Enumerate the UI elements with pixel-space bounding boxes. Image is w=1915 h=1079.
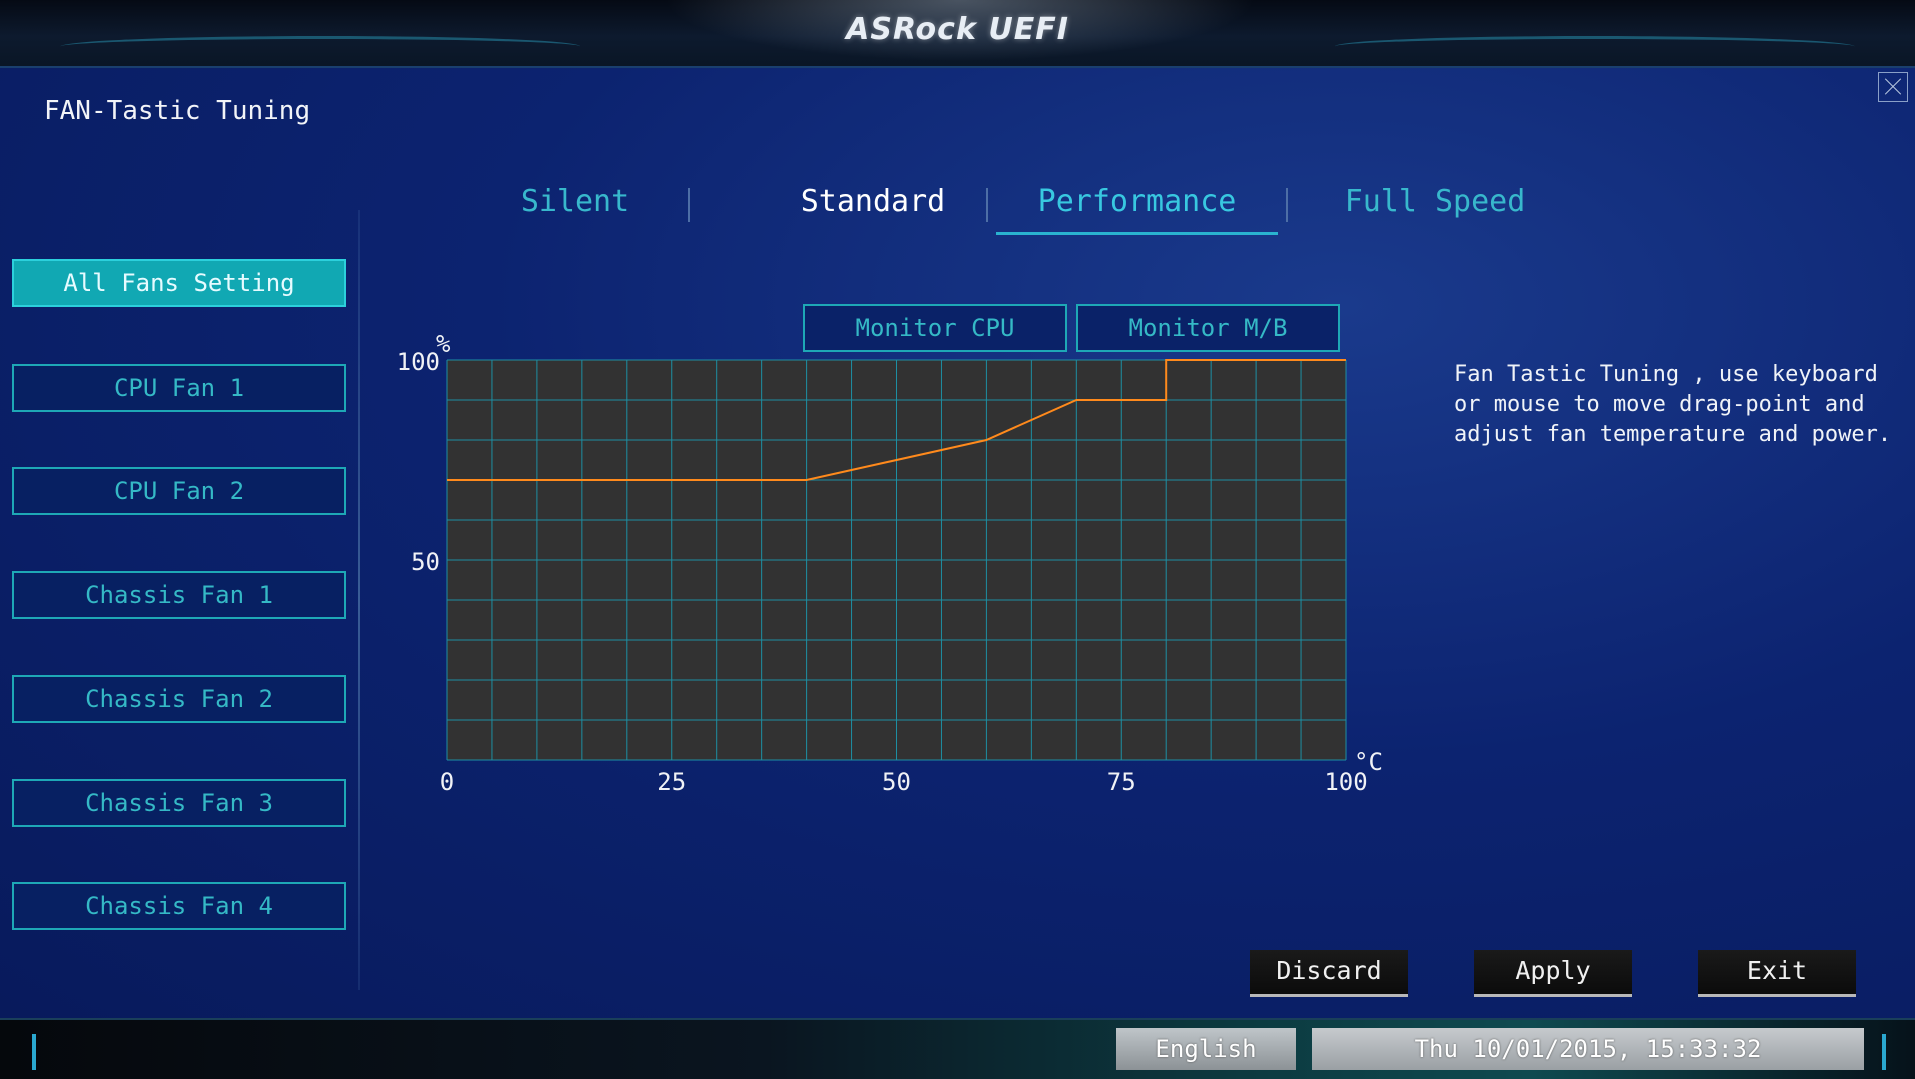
x-tick-label: 50 — [882, 768, 911, 796]
x-tick-label: 25 — [657, 768, 686, 796]
y-tick-label: 50 — [411, 548, 440, 576]
exit-button[interactable]: Exit — [1698, 950, 1856, 997]
x-tick-label: 75 — [1107, 768, 1136, 796]
bottom-accent-left — [32, 1034, 36, 1070]
datetime-display: Thu 10/01/2015, 15:33:32 — [1312, 1028, 1864, 1070]
x-axis-unit: °C — [1354, 748, 1383, 776]
help-text: Fan Tastic Tuning , use keyboard or mous… — [1454, 362, 1892, 447]
bottom-accent-right — [1882, 1034, 1886, 1070]
fan-curve-chart[interactable]: 0 25 50 75 10010050%°C — [0, 0, 1915, 1077]
y-tick-label: 100 — [397, 348, 440, 376]
discard-button[interactable]: Discard — [1250, 950, 1408, 997]
apply-button[interactable]: Apply — [1474, 950, 1632, 997]
y-axis-unit: % — [436, 330, 451, 358]
language-button[interactable]: English — [1116, 1028, 1296, 1070]
x-tick-label: 0 — [440, 768, 454, 796]
